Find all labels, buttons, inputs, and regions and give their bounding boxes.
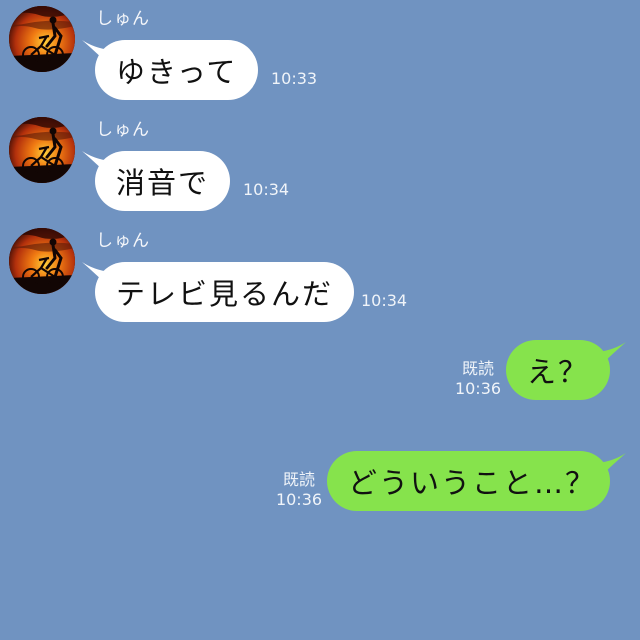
sunset-bicycle-avatar-icon [9, 6, 75, 72]
message-meta: 既読 10:36 [274, 470, 324, 510]
sender-name: しゅん [96, 120, 150, 140]
message-bubble-incoming[interactable]: ゆきって [95, 40, 259, 100]
message-time: 10:33 [271, 69, 318, 88]
sender-avatar[interactable] [9, 117, 75, 183]
message-time: 10:36 [454, 379, 502, 398]
message-time: 10:34 [243, 180, 290, 199]
sender-name: しゅん [96, 9, 150, 29]
message-meta: 既読 10:36 [453, 359, 503, 399]
message-bubble-incoming[interactable]: テレビ見るんだ [95, 262, 355, 322]
sender-avatar[interactable] [9, 228, 75, 294]
sender-avatar[interactable] [9, 6, 75, 72]
message-time: 10:34 [361, 291, 408, 310]
sunset-bicycle-avatar-icon [9, 117, 75, 183]
read-status: 既読 [461, 359, 494, 378]
message-time: 10:36 [275, 490, 323, 509]
read-status: 既読 [282, 470, 315, 489]
sender-name: しゅん [96, 231, 150, 251]
message-bubble-outgoing[interactable]: え？ [506, 340, 610, 400]
message-bubble-outgoing[interactable]: どういうこと…？ [327, 451, 610, 511]
sunset-bicycle-avatar-icon [9, 228, 75, 294]
message-bubble-incoming[interactable]: 消音で [95, 151, 231, 211]
